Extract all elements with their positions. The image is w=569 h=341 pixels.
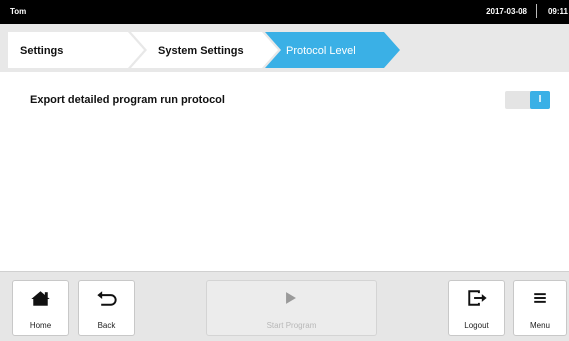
settings-panel: Export detailed program run protocol I: [8, 72, 561, 268]
status-time: 09:11: [547, 7, 568, 16]
play-icon: [286, 292, 296, 304]
logout-button-label: Logout: [464, 321, 489, 330]
back-button[interactable]: Back: [78, 280, 135, 336]
breadcrumb: Settings System Settings Protocol Level: [8, 32, 400, 68]
home-icon: [31, 291, 50, 306]
back-button-label: Back: [97, 321, 116, 330]
setting-label-export-protocol: Export detailed program run protocol: [30, 94, 225, 106]
logout-icon: [468, 290, 487, 306]
breadcrumb-item-protocol-level[interactable]: Protocol Level: [265, 32, 400, 68]
status-bar: Tom 2017-03-08 09:11: [0, 0, 569, 24]
breadcrumb-item-settings[interactable]: Settings: [8, 32, 144, 68]
menu-button-label: Menu: [529, 321, 550, 330]
menu-button[interactable]: Menu: [513, 280, 567, 336]
breadcrumb-label-protocol-level: Protocol Level: [286, 45, 356, 57]
start-program-button-label: Start Program: [266, 321, 317, 330]
toggle-knob: I: [530, 91, 550, 109]
breadcrumb-label-system-settings: System Settings: [158, 45, 244, 57]
hamburger-icon: [534, 293, 546, 303]
status-separator: [536, 4, 537, 18]
status-date: 2017-03-08: [486, 7, 527, 16]
bottom-toolbar: Home Back Start Program Logout Menu: [0, 271, 569, 341]
start-program-button[interactable]: Start Program: [206, 280, 377, 336]
undo-arrow-icon: [97, 291, 117, 306]
breadcrumb-label-settings: Settings: [20, 45, 63, 57]
breadcrumb-item-system-settings[interactable]: System Settings: [131, 32, 278, 68]
home-button[interactable]: Home: [12, 280, 69, 336]
logout-button[interactable]: Logout: [448, 280, 505, 336]
export-protocol-toggle[interactable]: I: [505, 91, 550, 109]
home-button-label: Home: [29, 321, 52, 330]
user-name: Tom: [10, 7, 27, 16]
breadcrumb-bar: Settings System Settings Protocol Level: [0, 24, 569, 72]
